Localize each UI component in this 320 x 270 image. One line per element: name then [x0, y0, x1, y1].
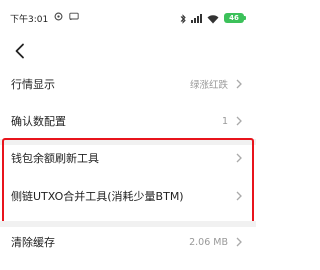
sidechain-merge-row[interactable]: 侧链UTXO合并工具(消耗少量BTM)	[0, 176, 256, 216]
clear-cache-value: 2.06 MB	[189, 236, 228, 248]
chevron-right-icon	[236, 237, 244, 247]
clear-cache-label: 清除缓存	[11, 236, 55, 249]
battery-level: 46	[229, 14, 239, 22]
clear-cache-row[interactable]: 清除缓存 2.06 MB	[0, 222, 256, 262]
status-left: 下午3:01	[10, 12, 79, 25]
status-time: 下午3:01	[10, 14, 49, 25]
status-bar: 下午3:01 46	[0, 0, 256, 36]
sidechain-merge-label: 侧链UTXO合并工具(消耗少量BTM)	[11, 190, 184, 203]
chevron-right-icon	[236, 79, 244, 89]
market-display-row[interactable]: 行情显示 绿涨红跌	[0, 64, 256, 104]
market-display-label: 行情显示	[11, 78, 55, 91]
wallet-refresh-row[interactable]: 钱包余额刷新工具	[0, 138, 256, 178]
confirmations-row[interactable]: 确认数配置 1	[0, 101, 256, 141]
confirmations-label: 确认数配置	[11, 115, 66, 128]
back-button[interactable]	[8, 40, 30, 62]
confirmations-value: 1	[221, 115, 228, 127]
back-arrow-icon	[15, 43, 24, 59]
signal-icon	[191, 13, 202, 23]
wifi-icon	[207, 9, 219, 28]
chevron-right-icon	[236, 153, 244, 163]
notification-icon	[54, 12, 63, 24]
cast-icon	[69, 12, 79, 24]
wallet-refresh-label: 钱包余额刷新工具	[11, 152, 99, 165]
chevron-right-icon	[236, 116, 244, 126]
chevron-right-icon	[236, 191, 244, 201]
bluetooth-icon	[180, 9, 186, 28]
settings-screen: 下午3:01 46 行情显示 绿涨红跌 确认数配置 1 钱包余额刷新工具 侧链U…	[0, 0, 256, 270]
market-display-value: 绿涨红跌	[189, 80, 228, 91]
battery-icon: 46	[224, 13, 246, 23]
status-right: 46	[180, 9, 246, 28]
